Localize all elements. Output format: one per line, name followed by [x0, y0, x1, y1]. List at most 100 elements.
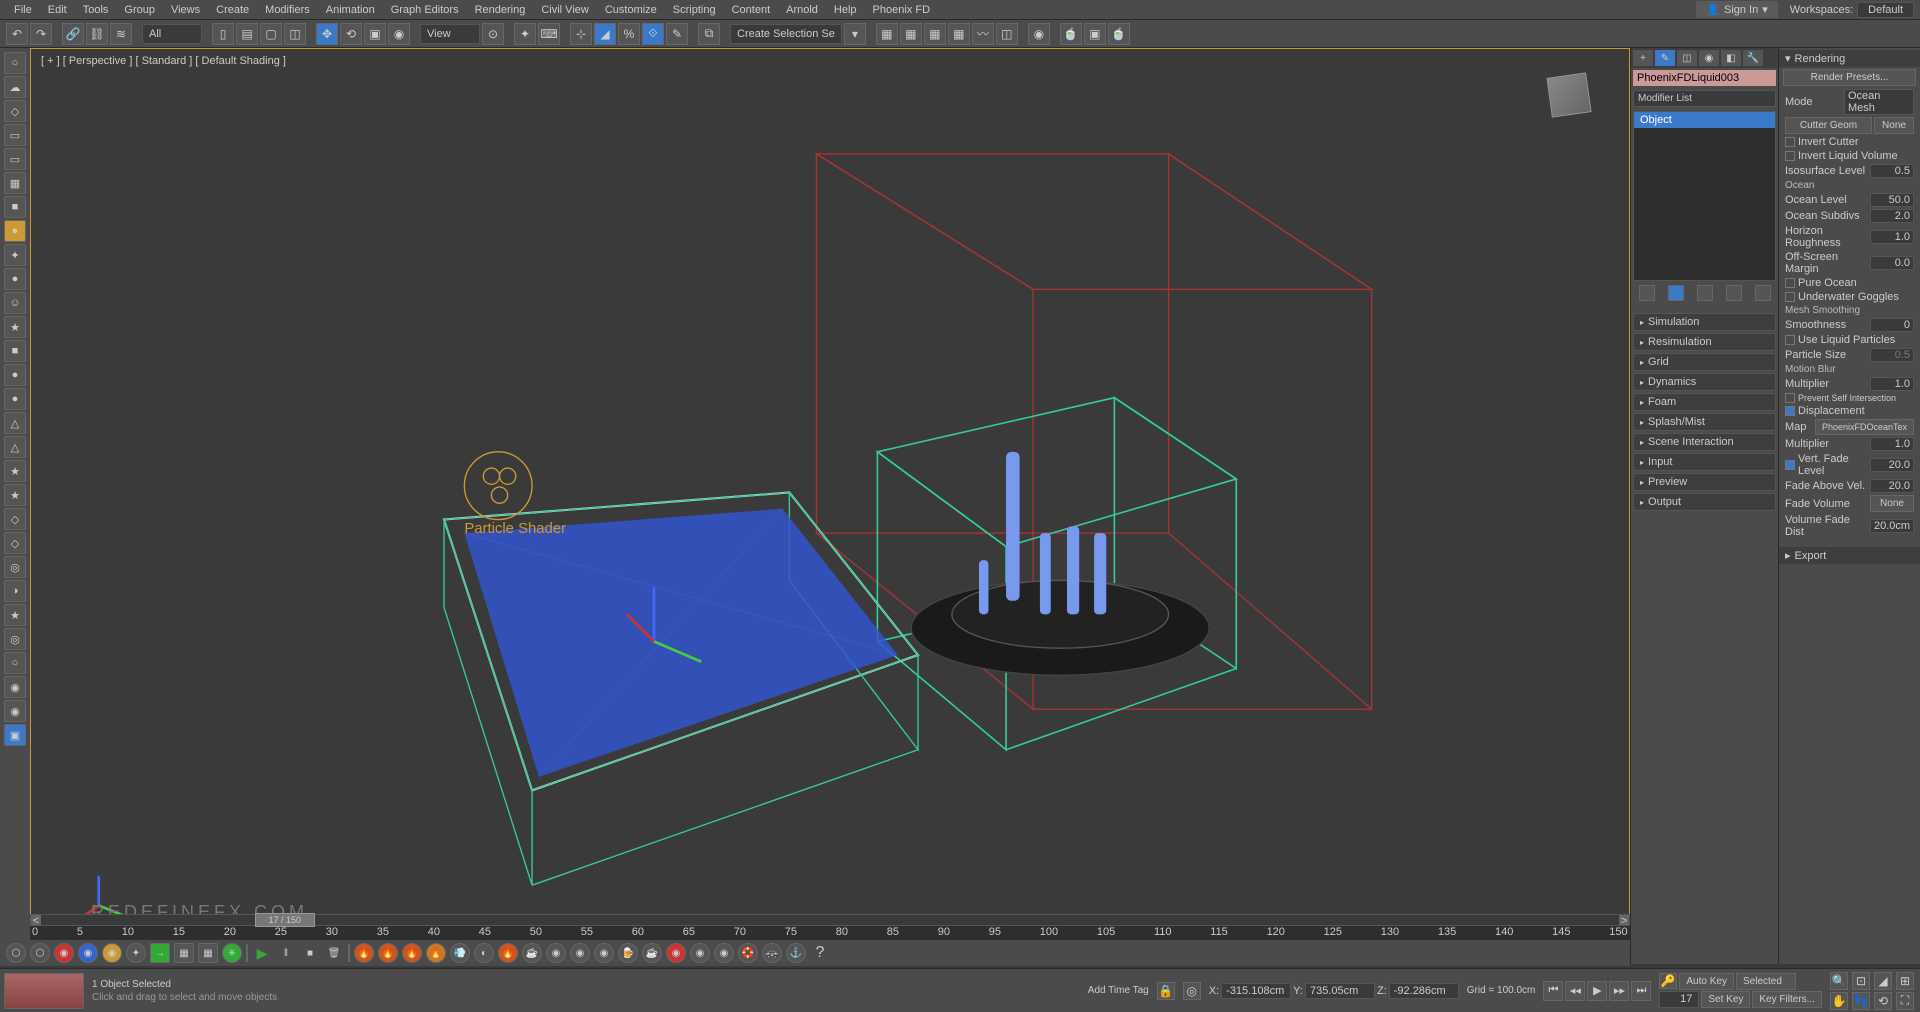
rollout-simulation[interactable]: ▸Simulation	[1633, 313, 1776, 331]
left-icon-19[interactable]: ◇	[4, 508, 26, 530]
pin-stack-button[interactable]	[1639, 285, 1655, 301]
vert-fade-checkbox[interactable]	[1785, 460, 1795, 470]
cutter-geom-value[interactable]: None	[1874, 117, 1914, 134]
motion-tab[interactable]: ◉	[1699, 50, 1719, 66]
menu-customize[interactable]: Customize	[597, 2, 665, 18]
x-coord-field[interactable]: -315.108cm	[1221, 983, 1291, 999]
utilities-tab[interactable]: 🔧	[1743, 50, 1763, 66]
vert-fade-spinner[interactable]: 20.0	[1870, 458, 1914, 472]
prev-frame-button[interactable]: ◂◂	[1565, 981, 1585, 1001]
undo-button[interactable]: ↶	[6, 23, 28, 45]
next-frame-button[interactable]: ▸▸	[1609, 981, 1629, 1001]
edit-sel-set-button[interactable]: ▾	[844, 23, 866, 45]
invert-cutter-checkbox[interactable]	[1785, 137, 1795, 147]
nav-maximize-icon[interactable]: ⛶	[1896, 992, 1914, 1010]
phx-icon-4[interactable]: ◉	[102, 943, 122, 963]
phx-icon-2[interactable]: ◉	[54, 943, 74, 963]
menu-create[interactable]: Create	[208, 2, 257, 18]
left-icon-8[interactable]: ✦	[4, 244, 26, 266]
snap-toggle-button[interactable]: ⊹	[570, 23, 592, 45]
menu-edit[interactable]: Edit	[40, 2, 75, 18]
time-slider-thumb[interactable]: 17 / 150	[255, 913, 315, 927]
preset-33[interactable]: 🚓	[762, 943, 782, 963]
preset-fire-4[interactable]: 🔥	[426, 943, 446, 963]
scene-explorer-button[interactable]: ▦	[924, 23, 946, 45]
left-icon-17[interactable]: ★	[4, 460, 26, 482]
menu-modifiers[interactable]: Modifiers	[257, 2, 318, 18]
offscreen-margin-spinner[interactable]: 0.0	[1870, 256, 1914, 270]
sim-pause-button[interactable]: ‖	[276, 943, 296, 963]
menu-file[interactable]: File	[6, 2, 40, 18]
rollout-input[interactable]: ▸Input	[1633, 453, 1776, 471]
left-icon-5[interactable]: ▦	[4, 172, 26, 194]
slider-prev[interactable]: <	[31, 915, 41, 925]
time-slider[interactable]: < 17 / 150 >	[30, 914, 1630, 926]
displacement-multiplier-spinner[interactable]: 1.0	[1870, 437, 1914, 451]
left-icon-18[interactable]: ★	[4, 484, 26, 506]
render-button[interactable]: 🍵	[1108, 23, 1130, 45]
menu-arnold[interactable]: Arnold	[778, 2, 826, 18]
phx-icon-6[interactable]: →	[150, 943, 170, 963]
menu-content[interactable]: Content	[724, 2, 779, 18]
window-crossing-button[interactable]: ◫	[284, 23, 306, 45]
remove-modifier-button[interactable]	[1726, 285, 1742, 301]
setkey-button[interactable]: Set Key	[1701, 991, 1750, 1008]
show-end-result-button[interactable]	[1668, 285, 1684, 301]
modifier-list-dropdown[interactable]: Modifier List	[1633, 90, 1776, 107]
left-icon-9[interactable]: ●	[4, 268, 26, 290]
left-icon-7[interactable]: ●	[4, 220, 26, 242]
hierarchy-tab[interactable]: ◫	[1677, 50, 1697, 66]
sim-stop-button[interactable]: ■	[300, 943, 320, 963]
invert-liquid-checkbox[interactable]	[1785, 151, 1795, 161]
left-icon-24[interactable]: ◎	[4, 628, 26, 650]
prevent-self-intersection-checkbox[interactable]	[1785, 393, 1795, 403]
menu-group[interactable]: Group	[116, 2, 163, 18]
render-setup-button[interactable]: 🍵	[1060, 23, 1082, 45]
goto-start-button[interactable]: ⏮	[1543, 981, 1563, 1001]
workspace-selector[interactable]: Workspaces: Default	[1790, 2, 1914, 18]
preset-24[interactable]: ◉	[546, 943, 566, 963]
nav-zoom-all-icon[interactable]: ⊡	[1852, 972, 1870, 990]
preset-34[interactable]: ⚓	[786, 943, 806, 963]
menu-help[interactable]: Help	[826, 2, 865, 18]
nav-zoom-icon[interactable]: 🔍	[1830, 972, 1848, 990]
rollout-dynamics[interactable]: ▸Dynamics	[1633, 373, 1776, 391]
preset-29[interactable]: ◉	[666, 943, 686, 963]
modifier-stack[interactable]: Object	[1633, 111, 1776, 281]
left-icon-27[interactable]: ◉	[4, 700, 26, 722]
add-time-tag[interactable]: Add Time Tag	[1088, 985, 1149, 996]
left-icon-22[interactable]: ◑	[4, 580, 26, 602]
sim-play-button[interactable]: ▶	[252, 943, 272, 963]
angle-snap-button[interactable]: ◢	[594, 23, 616, 45]
material-editor-button[interactable]: ◉	[1028, 23, 1050, 45]
fade-above-vel-spinner[interactable]: 20.0	[1870, 479, 1914, 493]
rendering-rollout-header[interactable]: ▾Rendering	[1779, 50, 1920, 67]
placement-button[interactable]: ◉	[388, 23, 410, 45]
autokey-button[interactable]: Auto Key	[1679, 973, 1734, 990]
left-icon-23[interactable]: ★	[4, 604, 26, 626]
select-object-button[interactable]: ▯	[212, 23, 234, 45]
render-presets-button[interactable]: Render Presets...	[1783, 69, 1916, 86]
toggle-ribbon-button[interactable]: ▦	[948, 23, 970, 45]
rollout-scene-interaction[interactable]: ▸Scene Interaction	[1633, 433, 1776, 451]
select-region-button[interactable]: ▢	[260, 23, 282, 45]
menu-scripting[interactable]: Scripting	[665, 2, 724, 18]
menu-graph-editors[interactable]: Graph Editors	[383, 2, 467, 18]
schematic-view-button[interactable]: ◫	[996, 23, 1018, 45]
preset-21[interactable]: ◐	[474, 943, 494, 963]
preset-31[interactable]: ◉	[714, 943, 734, 963]
stack-item-object[interactable]: Object	[1634, 112, 1775, 128]
left-icon-20[interactable]: ◇	[4, 532, 26, 554]
cutter-geom-button[interactable]: Cutter Geom	[1785, 117, 1872, 134]
pure-ocean-checkbox[interactable]	[1785, 278, 1795, 288]
mode-dropdown[interactable]: Ocean Mesh	[1844, 89, 1914, 115]
left-icon-4[interactable]: ▭	[4, 148, 26, 170]
preset-25[interactable]: ◉	[570, 943, 590, 963]
named-selection-sets[interactable]: Create Selection Se	[730, 24, 842, 44]
render-frame-button[interactable]: ▣	[1084, 23, 1106, 45]
preset-26[interactable]: ◉	[594, 943, 614, 963]
y-coord-field[interactable]: 735.05cm	[1305, 983, 1375, 999]
mirror-button[interactable]: ⧉	[698, 23, 720, 45]
key-filters-button[interactable]: Key Filters...	[1752, 991, 1822, 1008]
volume-fade-dist-spinner[interactable]: 20.0cm	[1870, 519, 1914, 533]
